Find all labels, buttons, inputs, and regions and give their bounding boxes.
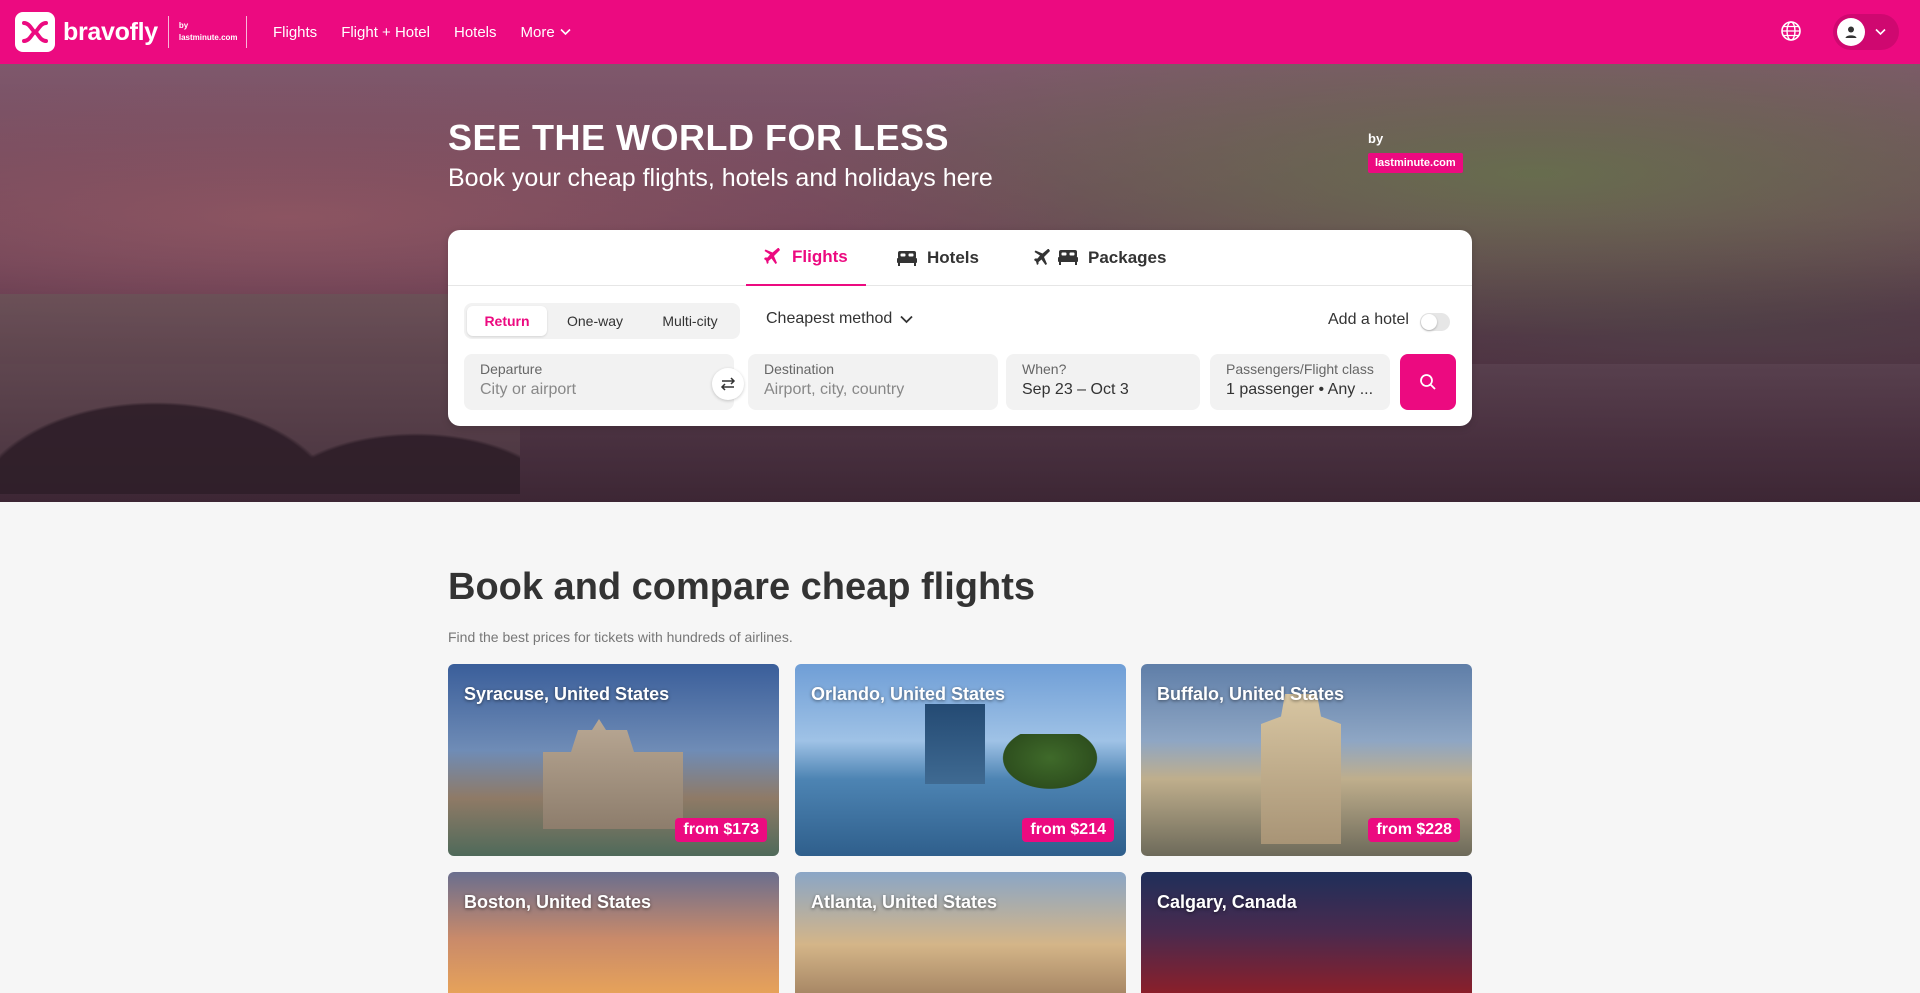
main-nav: Flights Flight + Hotel Hotels More (273, 0, 571, 64)
top-navbar: bravofly by lastminute.com Flights Fligh… (0, 0, 1920, 64)
brand-by: by (178, 21, 189, 30)
search-icon (1420, 374, 1436, 390)
trip-one-way[interactable]: One-way (547, 306, 643, 336)
destination-input[interactable]: Airport, city, country (764, 381, 982, 399)
destination-price: from $214 (1022, 818, 1114, 842)
destination-card[interactable]: Boston, United States (448, 872, 779, 993)
trip-return[interactable]: Return (467, 306, 547, 336)
trip-type-selector: Return One-way Multi-city (464, 303, 740, 339)
plane-bed-icon (1034, 249, 1078, 267)
add-hotel-label: Add a hotel (1328, 311, 1409, 328)
section-subtitle: Find the best prices for tickets with hu… (448, 629, 793, 645)
passengers-field[interactable]: Passengers/Flight class 1 passenger • An… (1210, 354, 1390, 410)
destination-name: Syracuse, United States (464, 684, 670, 704)
destination-image (543, 719, 683, 829)
destination-field[interactable]: Destination Airport, city, country (748, 354, 998, 410)
nav-flights[interactable]: Flights (273, 24, 317, 41)
bed-icon (897, 251, 917, 266)
globe-icon[interactable] (1780, 20, 1804, 44)
dates-field[interactable]: When? Sep 23 – Oct 3 (1006, 354, 1200, 410)
destination-name: Calgary, Canada (1157, 892, 1297, 912)
swap-arrows-icon (720, 377, 736, 391)
hero-subtitle: Book your cheap flights, hotels and holi… (448, 164, 993, 192)
destination-image (1261, 694, 1341, 844)
brand-name: bravofly (63, 17, 158, 46)
destination-card[interactable]: Buffalo, United States from $228 (1141, 664, 1472, 856)
dates-value: Sep 23 – Oct 3 (1022, 381, 1129, 398)
destination-price: from $173 (675, 818, 767, 842)
chevron-down-icon (1875, 28, 1886, 36)
section-title: Book and compare cheap flights (448, 566, 1035, 608)
tab-packages[interactable]: Packages (1034, 230, 1166, 286)
search-card: Flights Hotels Packages Return One-way M… (448, 230, 1472, 426)
chevron-down-icon (900, 315, 913, 323)
tab-flights[interactable]: Flights (746, 230, 866, 286)
destination-card[interactable]: Orlando, United States from $214 (795, 664, 1126, 856)
add-hotel-toggle[interactable] (1420, 313, 1450, 331)
trip-multi-city[interactable]: Multi-city (643, 306, 737, 336)
search-button[interactable] (1400, 354, 1456, 410)
logo[interactable]: bravofly by lastminute.com (15, 12, 247, 52)
destination-card[interactable]: Syracuse, United States from $173 (448, 664, 779, 856)
brand-by-lastminute: lastminute.com (178, 33, 238, 42)
lastminute-badge: lastminute.com (1368, 153, 1463, 173)
user-icon (1837, 18, 1865, 46)
destination-price: from $228 (1368, 818, 1460, 842)
swap-button[interactable] (712, 368, 744, 400)
departure-field[interactable]: Departure City or airport (464, 354, 734, 410)
sort-method-dropdown[interactable]: Cheapest method (766, 310, 913, 328)
plane-icon (764, 248, 780, 264)
nav-more[interactable]: More (521, 24, 571, 41)
destination-name: Orlando, United States (811, 684, 1006, 704)
chevron-down-icon (560, 28, 571, 36)
destination-image (925, 704, 985, 784)
hero-by: by (1368, 131, 1384, 146)
passengers-value: 1 passenger • Any ... (1226, 381, 1374, 398)
destination-name: Atlanta, United States (811, 892, 998, 912)
destination-card[interactable]: Atlanta, United States (795, 872, 1126, 993)
destination-name: Boston, United States (464, 892, 652, 912)
destination-card[interactable]: Calgary, Canada (1141, 872, 1472, 993)
destination-name: Buffalo, United States (1157, 684, 1345, 704)
account-menu[interactable] (1833, 14, 1899, 50)
departure-input[interactable]: City or airport (480, 381, 718, 399)
nav-hotels[interactable]: Hotels (454, 24, 497, 41)
tab-hotels[interactable]: Hotels (897, 230, 979, 286)
search-tabs: Flights Hotels Packages (448, 230, 1472, 286)
nav-flight-hotel[interactable]: Flight + Hotel (341, 24, 430, 41)
bravofly-logo-icon (15, 12, 55, 52)
hero-title: SEE THE WORLD FOR LESS (448, 117, 950, 158)
